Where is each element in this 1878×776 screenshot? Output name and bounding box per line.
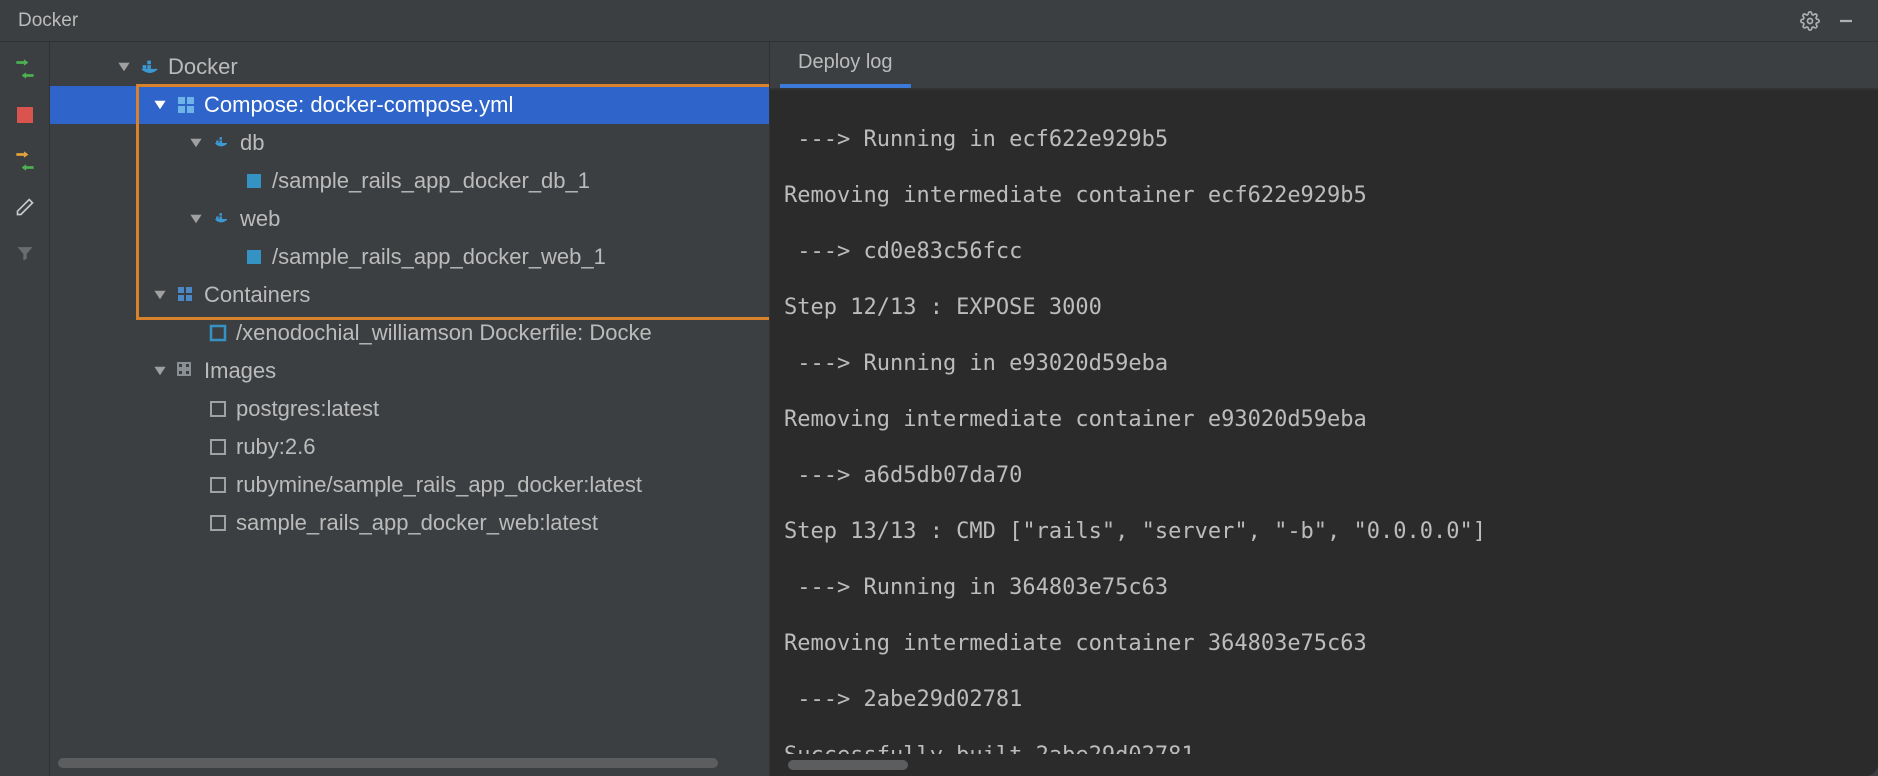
chevron-down-icon (186, 209, 206, 229)
tree-node-compose[interactable]: Compose: docker-compose.yml (50, 86, 769, 124)
container-running-icon (242, 169, 266, 193)
tree-node-image-rubymine[interactable]: rubymine/sample_rails_app_docker:latest (50, 466, 769, 504)
chevron-down-icon (150, 95, 170, 115)
docker-icon (210, 207, 234, 231)
tree-node-containers[interactable]: Containers (50, 276, 769, 314)
tree-label: Images (204, 358, 276, 384)
log-line: Step 12/13 : EXPOSE 3000 (784, 294, 1868, 322)
tree-label: /sample_rails_app_docker_db_1 (272, 168, 590, 194)
tree-label: Compose: docker-compose.yml (204, 92, 513, 118)
log-line: ---> Running in 364803e75c63 (784, 574, 1868, 602)
log-line: ---> cd0e83c56fcc (784, 238, 1868, 266)
titlebar: Docker (0, 0, 1878, 42)
tree-node-service-db[interactable]: db (50, 124, 769, 162)
deploy-log[interactable]: ---> Running in ecf622e929b5 Removing in… (770, 90, 1878, 776)
log-line: Removing intermediate container 364803e7… (784, 630, 1868, 658)
services-tree-panel: Docker Compose: docker-compose.yml (50, 42, 770, 776)
tree-label: rubymine/sample_rails_app_docker:latest (236, 472, 642, 498)
tree-label: Docker (168, 54, 238, 80)
chevron-down-icon (186, 133, 206, 153)
log-line: Successfully built 2abe29d02781 (784, 742, 1868, 754)
window-title: Docker (18, 10, 1788, 32)
log-line: ---> Running in e93020d59eba (784, 350, 1868, 378)
edit-button[interactable] (8, 190, 42, 224)
image-icon (206, 397, 230, 421)
log-line: Removing intermediate container e93020d5… (784, 406, 1868, 434)
tree-label: ruby:2.6 (236, 434, 316, 460)
services-tree[interactable]: Docker Compose: docker-compose.yml (50, 42, 769, 756)
containers-group-icon (174, 283, 198, 307)
log-line: ---> 2abe29d02781 (784, 686, 1868, 714)
settings-gear-icon[interactable] (1796, 7, 1824, 35)
tree-label: /xenodochial_williamson Dockerfile: Dock… (236, 320, 652, 346)
details-panel: Deploy log ---> Running in ecf622e929b5 … (770, 42, 1878, 776)
docker-tool-window: Docker (0, 0, 1878, 776)
chevron-down-icon (114, 57, 134, 77)
log-horizontal-scrollbar[interactable] (784, 758, 1868, 772)
stop-button[interactable] (8, 98, 42, 132)
action-toolbar (0, 42, 50, 776)
tab-deploy-log[interactable]: Deploy log (780, 41, 911, 88)
log-content: ---> Running in ecf622e929b5 Removing in… (784, 98, 1868, 754)
tree-node-service-web[interactable]: web (50, 200, 769, 238)
tree-node-image-webapp[interactable]: sample_rails_app_docker_web:latest (50, 504, 769, 542)
compose-icon (174, 93, 198, 117)
tree-node-container-db[interactable]: /sample_rails_app_docker_db_1 (50, 162, 769, 200)
image-icon (206, 473, 230, 497)
redeploy-button[interactable] (8, 144, 42, 178)
container-running-icon (242, 245, 266, 269)
filter-button[interactable] (8, 236, 42, 270)
log-line: Step 13/13 : CMD ["rails", "server", "-b… (784, 518, 1868, 546)
chevron-down-icon (150, 361, 170, 381)
image-icon (206, 511, 230, 535)
minimize-icon[interactable] (1832, 7, 1860, 35)
tree-node-container-web[interactable]: /sample_rails_app_docker_web_1 (50, 238, 769, 276)
tree-node-image-ruby[interactable]: ruby:2.6 (50, 428, 769, 466)
tree-label: web (240, 206, 280, 232)
docker-icon (138, 55, 162, 79)
tree-label: sample_rails_app_docker_web:latest (236, 510, 598, 536)
tree-label: /sample_rails_app_docker_web_1 (272, 244, 606, 270)
tree-node-images[interactable]: Images (50, 352, 769, 390)
log-line: Removing intermediate container ecf622e9… (784, 182, 1868, 210)
tree-node-docker-root[interactable]: Docker (50, 48, 769, 86)
chevron-down-icon (150, 285, 170, 305)
log-line: ---> Running in ecf622e929b5 (784, 126, 1868, 154)
docker-icon (210, 131, 234, 155)
tree-node-image-postgres[interactable]: postgres:latest (50, 390, 769, 428)
tree-label: Containers (204, 282, 310, 308)
tree-horizontal-scrollbar[interactable] (58, 756, 761, 770)
tree-node-container-other[interactable]: /xenodochial_williamson Dockerfile: Dock… (50, 314, 769, 352)
details-tabs: Deploy log (770, 42, 1878, 90)
container-stopped-icon (206, 321, 230, 345)
deploy-button[interactable] (8, 52, 42, 86)
images-group-icon (174, 359, 198, 383)
tree-label: db (240, 130, 264, 156)
image-icon (206, 435, 230, 459)
tree-label: postgres:latest (236, 396, 379, 422)
log-line: ---> a6d5db07da70 (784, 462, 1868, 490)
